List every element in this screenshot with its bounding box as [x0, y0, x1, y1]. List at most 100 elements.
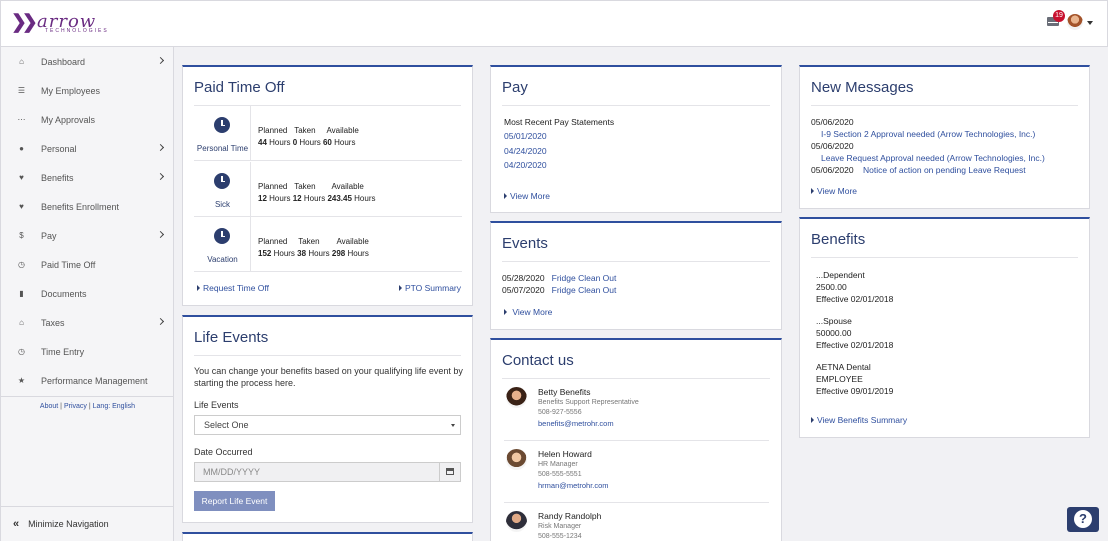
minimize-navigation-button[interactable]: « Minimize Navigation [1, 506, 174, 541]
sidebar-item-taxes[interactable]: ⌂ Taxes [1, 308, 173, 337]
card-title: Paid Time Off [194, 79, 285, 96]
event-link[interactable]: Fridge Clean Out [552, 285, 617, 295]
sidebar-item-pay[interactable]: $ Pay [1, 221, 173, 250]
divider [811, 257, 1078, 258]
pto-type-label: Sick [214, 200, 231, 209]
pto-type-label: Vacation [207, 255, 238, 264]
new-messages-card: New Messages 05/06/2020 I-9 Section 2 Ap… [799, 65, 1090, 209]
user-controls: 19 [1047, 10, 1097, 37]
events-view-more-link[interactable]: View More [504, 307, 552, 317]
date-occurred-label: Date Occurred [194, 447, 253, 457]
dots-icon: ⋯ [17, 115, 26, 124]
document-icon: ▮ [19, 289, 24, 298]
pto-type[interactable]: Sick [194, 162, 251, 217]
sidebar-item-benefits[interactable]: ♥ Benefits [1, 163, 173, 192]
planned-header: Planned [258, 237, 288, 246]
select-value: Select One [204, 420, 249, 430]
available-header: Available [326, 126, 359, 135]
bank-icon: ⌂ [19, 318, 24, 327]
sidebar-item-benefits-enrollment[interactable]: ♥ Benefits Enrollment [1, 192, 173, 221]
chevron-right-icon [156, 143, 165, 152]
unit: Hours [273, 249, 295, 258]
about-link[interactable]: About [40, 403, 58, 410]
pay-view-more-link[interactable]: View More [504, 191, 550, 201]
sidebar-item-label: Personal [41, 143, 77, 154]
calendar-button[interactable] [439, 463, 460, 481]
taken-header: Taken [298, 237, 320, 246]
sidebar-item-my-approvals[interactable]: ⋯ My Approvals [1, 105, 173, 134]
sidebar-item-time-entry[interactable]: ◷ Time Entry [1, 337, 173, 366]
pay-card: Pay Most Recent Pay Statements 05/01/202… [490, 65, 782, 213]
list-icon: ☰ [17, 86, 26, 95]
card-title: Contact us [502, 352, 574, 369]
benefit-name: ...Dependent [816, 270, 865, 280]
unit: Hours [269, 194, 291, 203]
message-link[interactable]: Notice of action on pending Leave Reques… [863, 165, 1026, 175]
taken-value: 0 [292, 138, 298, 147]
pto-type[interactable]: Personal Time [194, 106, 251, 161]
company-logo[interactable]: ❯❯ arrow TECHNOLOGIES [11, 11, 121, 37]
benefit-name: AETNA Dental [816, 362, 871, 372]
avatar[interactable] [1067, 14, 1083, 30]
pay-statement-link[interactable]: 04/20/2020 [504, 160, 547, 170]
request-time-off-link[interactable]: Request Time Off [197, 283, 269, 293]
separator: | [60, 403, 62, 410]
life-events-select[interactable]: Select One [194, 415, 461, 435]
contact-photo [506, 449, 527, 470]
event-link[interactable]: Fridge Clean Out [552, 273, 617, 283]
sidebar-footer: About | Privacy | Lang: English [1, 396, 174, 410]
privacy-link[interactable]: Privacy [64, 403, 87, 410]
sidebar-item-label: Taxes [41, 317, 65, 328]
life-events-select-label: Life Events [194, 400, 239, 410]
chevron-right-icon [156, 172, 165, 181]
sidebar: ⌂ Dashboard ☰ My Employees ⋯ My Approval… [0, 47, 174, 541]
message-item: 05/06/2020 Notice of action on pending L… [811, 165, 1026, 175]
pto-values: Planned Taken Available 152 Hours 38 Hou… [258, 237, 369, 258]
pto-summary-label: PTO Summary [404, 283, 461, 293]
contact-email-link[interactable]: benefits@metrohr.com [538, 419, 614, 428]
separator: | [88, 403, 91, 410]
sidebar-item-label: Documents [41, 288, 87, 299]
report-life-event-button[interactable]: Report Life Event [194, 491, 275, 511]
view-more-label: View More [817, 186, 857, 196]
view-benefits-summary-link[interactable]: View Benefits Summary [811, 415, 907, 425]
pto-summary-link[interactable]: PTO Summary [398, 283, 461, 293]
language-link[interactable]: Lang: English [93, 403, 135, 410]
pto-type[interactable]: Vacation [194, 217, 251, 272]
sidebar-item-personal[interactable]: ● Personal [1, 134, 173, 163]
benefit-effective: Effective 02/01/2018 [816, 294, 894, 304]
message-link[interactable]: I-9 Section 2 Approval needed (Arrow Tec… [821, 129, 1035, 139]
pto-type-label: Personal Time [196, 144, 249, 153]
planned-header: Planned [258, 182, 288, 191]
notification-badge[interactable]: 19 [1053, 10, 1065, 22]
sidebar-item-documents[interactable]: ▮ Documents [1, 279, 173, 308]
contact-item: Randy Randolph Risk Manager 508-555-1234 [504, 503, 769, 541]
contact-phone: 508-927-5556 [538, 409, 582, 416]
sidebar-item-label: Dashboard [41, 56, 86, 67]
help-button[interactable]: ? [1067, 507, 1099, 532]
heartbeat-icon: ♥ [19, 173, 24, 182]
event-date: 05/07/2020 [502, 285, 545, 295]
sidebar-item-performance-management[interactable]: ★ Performance Management [1, 366, 173, 395]
caret-right-icon [811, 188, 814, 194]
available-header: Available [331, 182, 364, 191]
planned-value: 152 [258, 249, 272, 258]
messages-view-more-link[interactable]: View More [811, 186, 857, 196]
date-occurred-input[interactable]: MM/DD/YYYY [194, 462, 461, 482]
clock-icon: ◷ [18, 260, 25, 269]
sidebar-item-my-employees[interactable]: ☰ My Employees [1, 76, 173, 105]
pay-statement-link[interactable]: 05/01/2020 [504, 131, 547, 141]
planned-value: 12 [258, 194, 267, 203]
contact-email-link[interactable]: hrman@metrohr.com [538, 481, 609, 490]
chevron-down-icon[interactable] [1087, 21, 1093, 25]
sidebar-item-dashboard[interactable]: ⌂ Dashboard [1, 47, 173, 76]
contact-us-card: Contact us Betty Benefits Benefits Suppo… [490, 338, 782, 541]
pay-statement-link[interactable]: 04/24/2020 [504, 146, 547, 156]
message-date: 05/06/2020 [811, 165, 854, 175]
sidebar-item-label: Paid Time Off [41, 259, 96, 270]
message-link[interactable]: Leave Request Approval needed (Arrow Tec… [821, 153, 1045, 163]
sidebar-item-paid-time-off[interactable]: ◷ Paid Time Off [1, 250, 173, 279]
sidebar-item-label: My Approvals [41, 114, 96, 125]
caret-right-icon [811, 417, 814, 423]
contact-role: Benefits Support Representative [538, 399, 639, 406]
